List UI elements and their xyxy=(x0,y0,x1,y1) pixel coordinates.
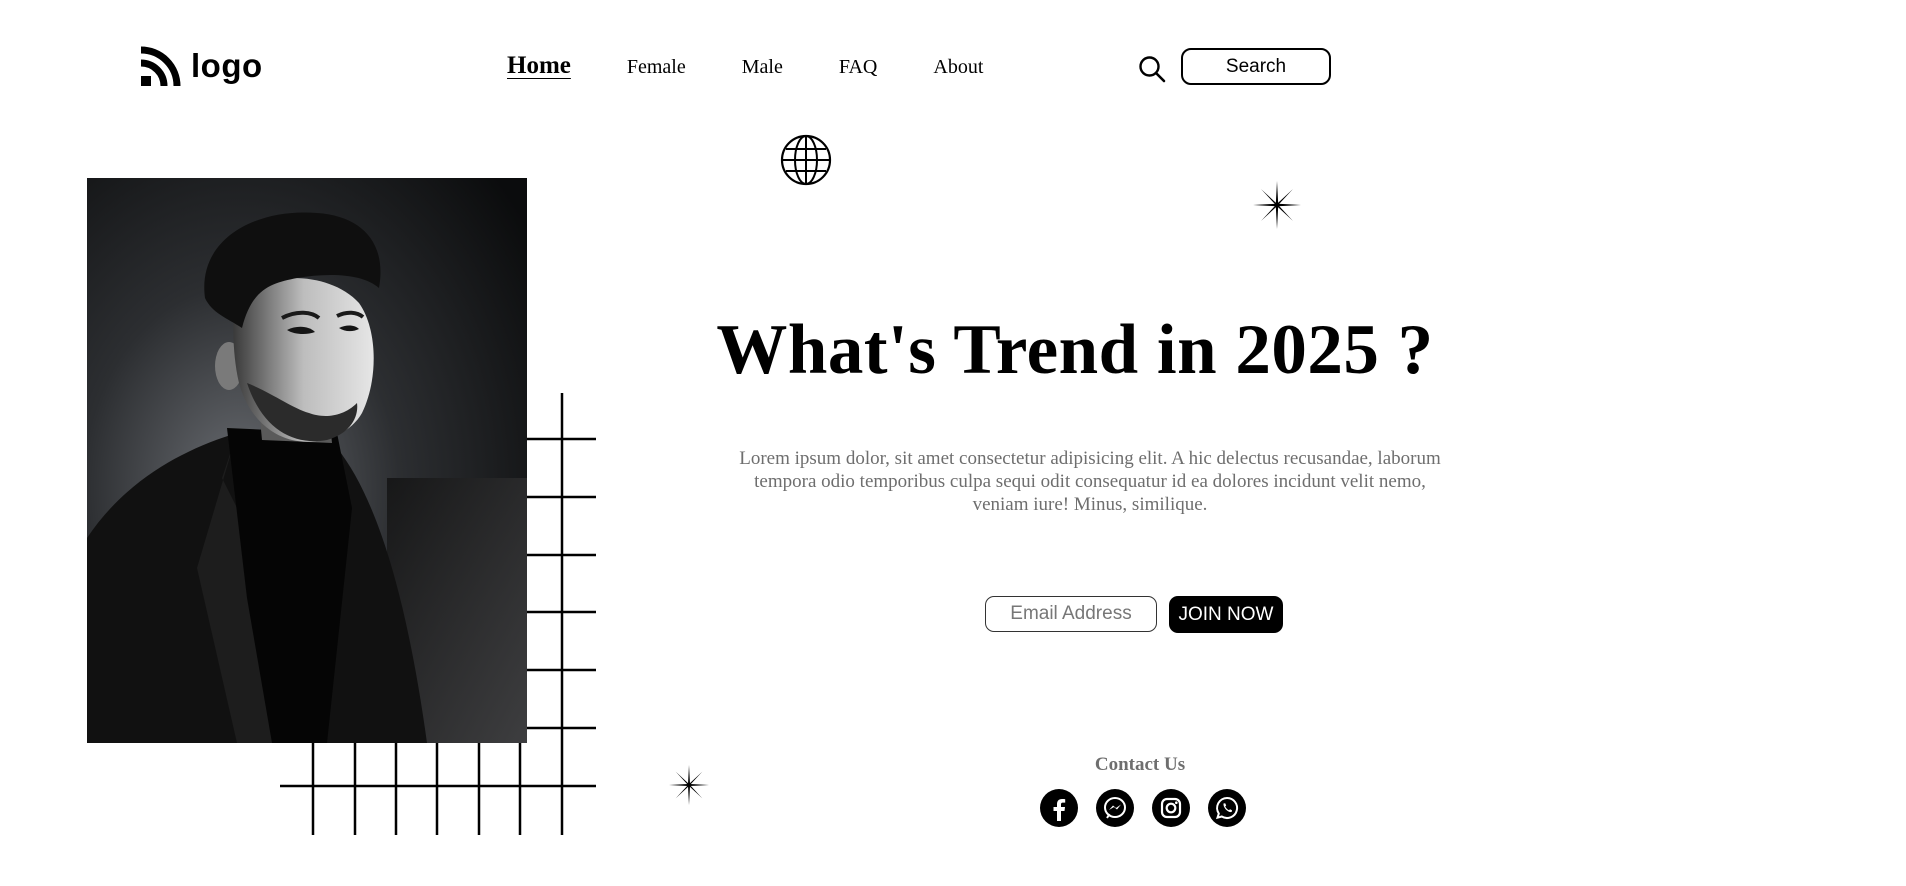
sparkle-star-icon xyxy=(669,765,709,805)
nav-item-female[interactable]: Female xyxy=(627,56,686,79)
facebook-icon[interactable] xyxy=(1040,789,1078,827)
instagram-icon[interactable] xyxy=(1152,789,1190,827)
nav-item-about[interactable]: About xyxy=(933,56,983,79)
nav-item-faq[interactable]: FAQ xyxy=(839,56,878,79)
main-nav: Home Female Male FAQ About xyxy=(507,52,1039,80)
hero-title: What's Trend in 2025 ? xyxy=(716,311,1434,389)
logo-text: logo xyxy=(191,47,263,84)
search-button[interactable]: Search xyxy=(1181,48,1331,85)
messenger-icon[interactable] xyxy=(1096,789,1134,827)
globe-icon xyxy=(780,134,832,186)
join-now-button[interactable]: JOIN NOW xyxy=(1169,596,1283,633)
email-field[interactable] xyxy=(985,596,1157,632)
social-links xyxy=(1040,789,1246,827)
search-icon[interactable] xyxy=(1138,55,1166,83)
nav-item-male[interactable]: Male xyxy=(742,56,783,79)
sparkle-star-icon xyxy=(1253,181,1301,229)
contact-title: Contact Us xyxy=(1094,754,1186,775)
rss-icon xyxy=(141,46,181,86)
hero-photo xyxy=(87,178,527,743)
whatsapp-icon[interactable] xyxy=(1208,789,1246,827)
hero-description: Lorem ipsum dolor, sit amet consectetur … xyxy=(739,448,1441,515)
nav-item-home[interactable]: Home xyxy=(507,52,571,80)
logo[interactable]: logo xyxy=(141,46,263,86)
